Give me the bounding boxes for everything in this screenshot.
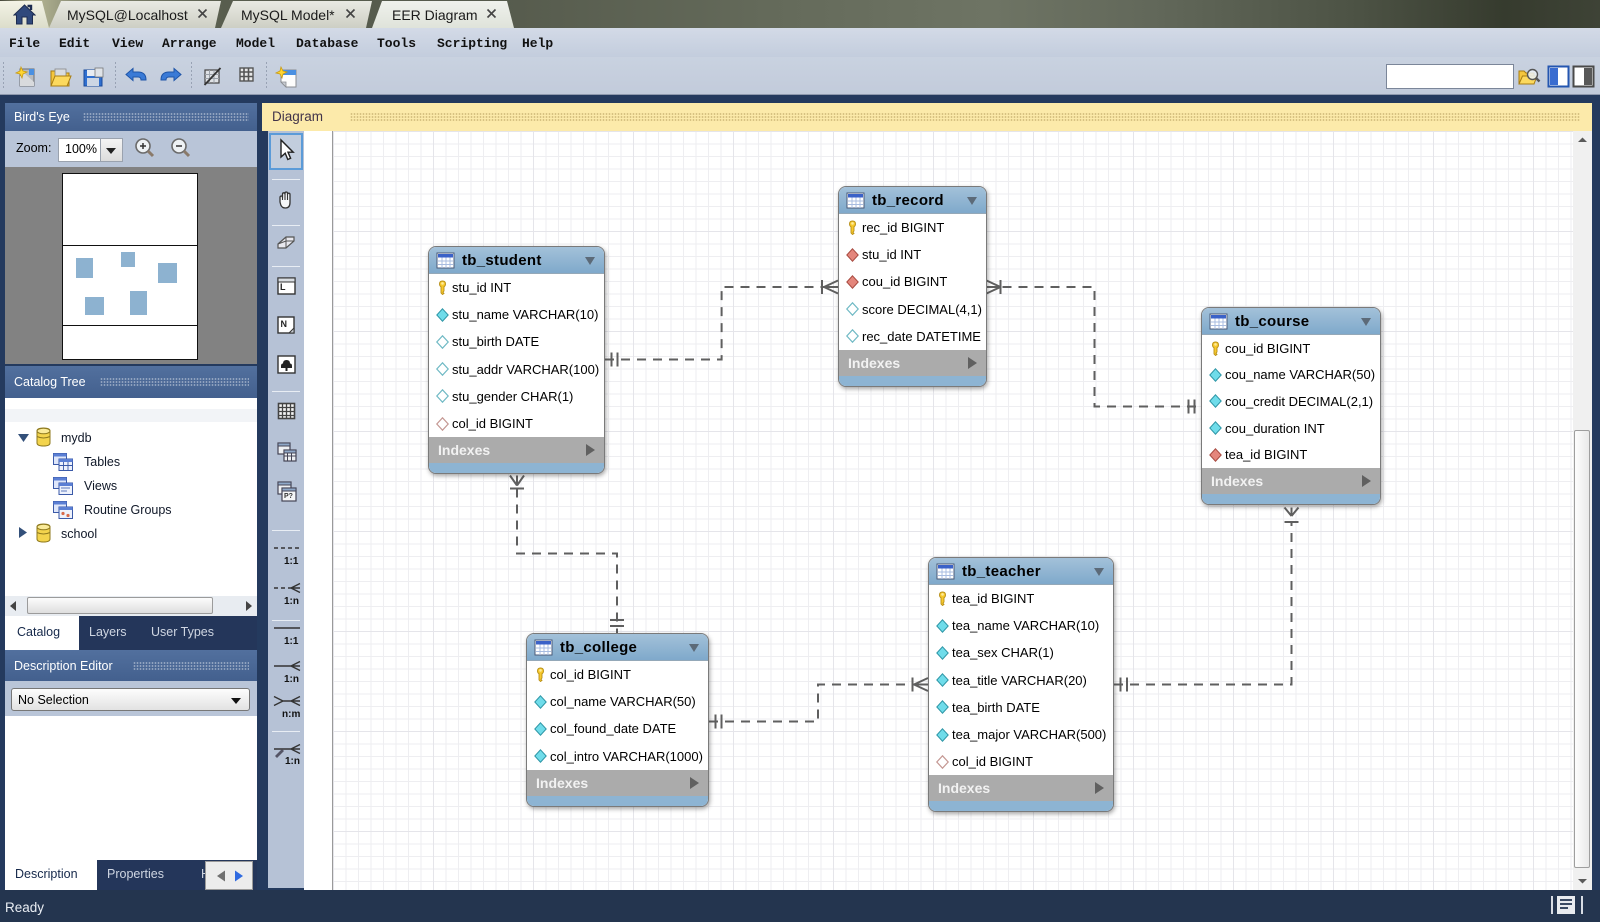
- svg-text:1:1: 1:1: [284, 636, 299, 647]
- svg-text:1:n: 1:n: [284, 674, 299, 685]
- svg-text:1:1: 1:1: [284, 556, 299, 567]
- svg-text:1:n: 1:n: [284, 596, 299, 607]
- svg-text:n:m: n:m: [282, 709, 300, 720]
- svg-text:L: L: [280, 282, 286, 292]
- svg-text:P?: P?: [284, 493, 293, 500]
- svg-text:1:n: 1:n: [285, 756, 300, 767]
- svg-text:N: N: [281, 319, 288, 329]
